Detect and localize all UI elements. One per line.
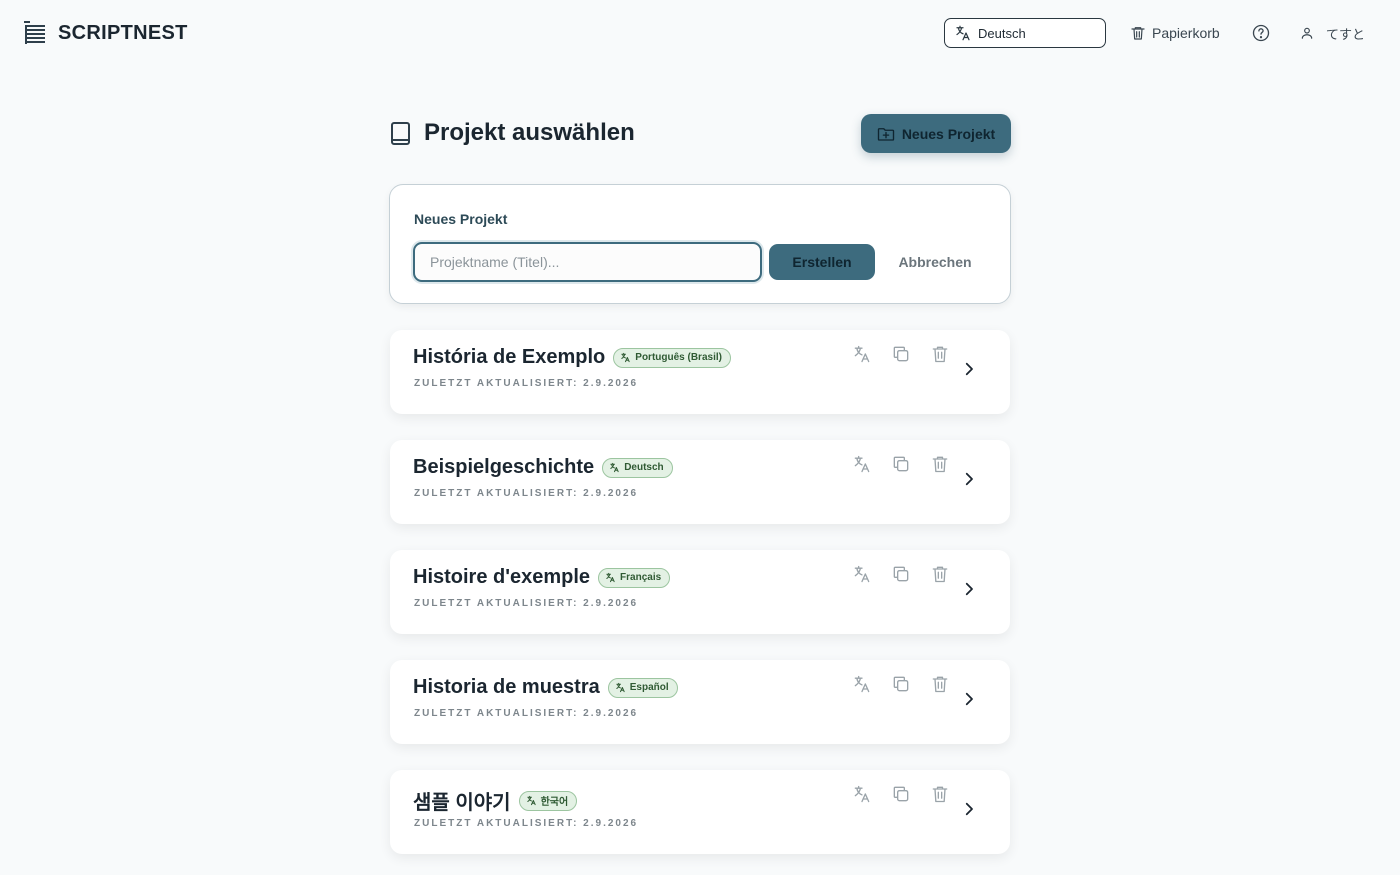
trash-icon[interactable] bbox=[930, 564, 950, 584]
translate-icon bbox=[609, 462, 620, 473]
user-icon bbox=[1300, 26, 1314, 40]
folder-plus-icon bbox=[877, 126, 895, 142]
copy-icon[interactable] bbox=[891, 784, 911, 804]
create-button[interactable]: Erstellen bbox=[769, 244, 875, 280]
project-updated: ZULETZT AKTUALISIERT: 2.9.2026 bbox=[414, 488, 639, 499]
trash-icon[interactable] bbox=[930, 784, 950, 804]
page-header: Projekt auswählen Neues Projekt bbox=[389, 114, 1011, 154]
new-project-form: Neues Projekt Erstellen Abbrechen bbox=[389, 184, 1011, 304]
trash-icon[interactable] bbox=[930, 454, 950, 474]
chevron-right-icon[interactable] bbox=[960, 470, 978, 488]
new-project-button[interactable]: Neues Projekt bbox=[861, 114, 1011, 153]
project-title: História de Exemplo bbox=[413, 346, 606, 368]
project-title-row: 샘플 이야기 한국어 bbox=[413, 786, 578, 815]
chevron-right-icon[interactable] bbox=[960, 580, 978, 598]
trash-icon bbox=[1130, 25, 1146, 41]
project-title-row: História de Exemplo Português (Brasil) bbox=[413, 346, 731, 369]
book-icon bbox=[389, 121, 413, 147]
language-badge-label: 한국어 bbox=[540, 797, 569, 808]
copy-icon[interactable] bbox=[891, 674, 911, 694]
app-name: SCRIPTNEST bbox=[58, 21, 188, 44]
top-bar: SCRIPTNEST Deutsch Papierkorb てすと bbox=[0, 0, 1400, 66]
project-title-row: Historia de muestra Español bbox=[413, 676, 678, 699]
project-name-input[interactable] bbox=[413, 242, 762, 282]
translate-icon[interactable] bbox=[852, 454, 872, 474]
translate-icon bbox=[954, 24, 972, 42]
project-card[interactable]: História de Exemplo Português (Brasil) ZUL… bbox=[390, 330, 1010, 414]
language-badge-label: Español bbox=[629, 682, 669, 693]
project-card[interactable]: 샘플 이야기 한국어 ZULETZT AKTUALISIERT: 2.9.2026 bbox=[390, 770, 1010, 854]
translate-icon[interactable] bbox=[852, 784, 872, 804]
chevron-right-icon[interactable] bbox=[960, 690, 978, 708]
new-project-form-label: Neues Projekt bbox=[414, 211, 508, 227]
translate-icon[interactable] bbox=[852, 344, 872, 364]
language-badge: Português (Brasil) bbox=[613, 347, 731, 368]
language-badge-label: Português (Brasil) bbox=[635, 352, 722, 363]
project-title-row: Histoire d'exemple Français bbox=[413, 566, 671, 589]
copy-icon[interactable] bbox=[891, 344, 911, 364]
language-badge: Français bbox=[598, 567, 671, 588]
cancel-button[interactable]: Abbrechen bbox=[885, 244, 985, 280]
language-select-value: Deutsch bbox=[978, 25, 1026, 41]
project-title-row: Beispielgeschichte Deutsch bbox=[413, 456, 673, 479]
chevron-right-icon[interactable] bbox=[960, 800, 978, 818]
user-name: てすと bbox=[1326, 26, 1366, 42]
language-badge: 한국어 bbox=[518, 790, 578, 811]
project-title: Histoire d'exemple bbox=[413, 566, 591, 588]
new-project-button-label: Neues Projekt bbox=[901, 125, 996, 142]
project-card[interactable]: Histoire d'exemple Français ZULETZT AKTUAL… bbox=[390, 550, 1010, 634]
help-button[interactable] bbox=[1251, 23, 1271, 43]
language-badge-label: Français bbox=[620, 572, 662, 583]
project-updated: ZULETZT AKTUALISIERT: 2.9.2026 bbox=[414, 378, 639, 389]
project-title: 샘플 이야기 bbox=[413, 792, 511, 814]
copy-icon[interactable] bbox=[891, 454, 911, 474]
trash-icon[interactable] bbox=[930, 344, 950, 364]
translate-icon bbox=[526, 795, 537, 806]
list-logo-icon bbox=[24, 20, 46, 46]
project-updated: ZULETZT AKTUALISIERT: 2.9.2026 bbox=[414, 708, 639, 719]
app-logo[interactable]: SCRIPTNEST bbox=[24, 20, 188, 46]
translate-icon bbox=[605, 572, 616, 583]
translate-icon bbox=[620, 352, 631, 363]
trash-label: Papierkorb bbox=[1152, 25, 1220, 41]
project-updated: ZULETZT AKTUALISIERT: 2.9.2026 bbox=[414, 598, 639, 609]
project-card[interactable]: Historia de muestra Español ZULETZT AKTUAL… bbox=[390, 660, 1010, 744]
project-card[interactable]: Beispielgeschichte Deutsch ZULETZT AKTUALI… bbox=[390, 440, 1010, 524]
chevron-right-icon[interactable] bbox=[960, 360, 978, 378]
translate-icon[interactable] bbox=[852, 564, 872, 584]
language-badge: Deutsch bbox=[602, 457, 673, 478]
page-title: Projekt auswählen bbox=[424, 119, 635, 146]
user-menu[interactable]: てすと bbox=[1300, 22, 1365, 44]
project-title: Historia de muestra bbox=[413, 676, 600, 698]
translate-icon[interactable] bbox=[852, 674, 872, 694]
project-updated: ZULETZT AKTUALISIERT: 2.9.2026 bbox=[414, 818, 639, 829]
language-badge-label: Deutsch bbox=[624, 462, 664, 473]
language-select[interactable]: Deutsch bbox=[944, 18, 1106, 48]
language-badge: Español bbox=[607, 677, 678, 698]
project-title: Beispielgeschichte bbox=[413, 456, 595, 478]
trash-icon[interactable] bbox=[930, 674, 950, 694]
trash-link[interactable]: Papierkorb bbox=[1130, 22, 1220, 44]
copy-icon[interactable] bbox=[891, 564, 911, 584]
help-circle-icon bbox=[1251, 23, 1271, 43]
translate-icon bbox=[615, 682, 626, 693]
